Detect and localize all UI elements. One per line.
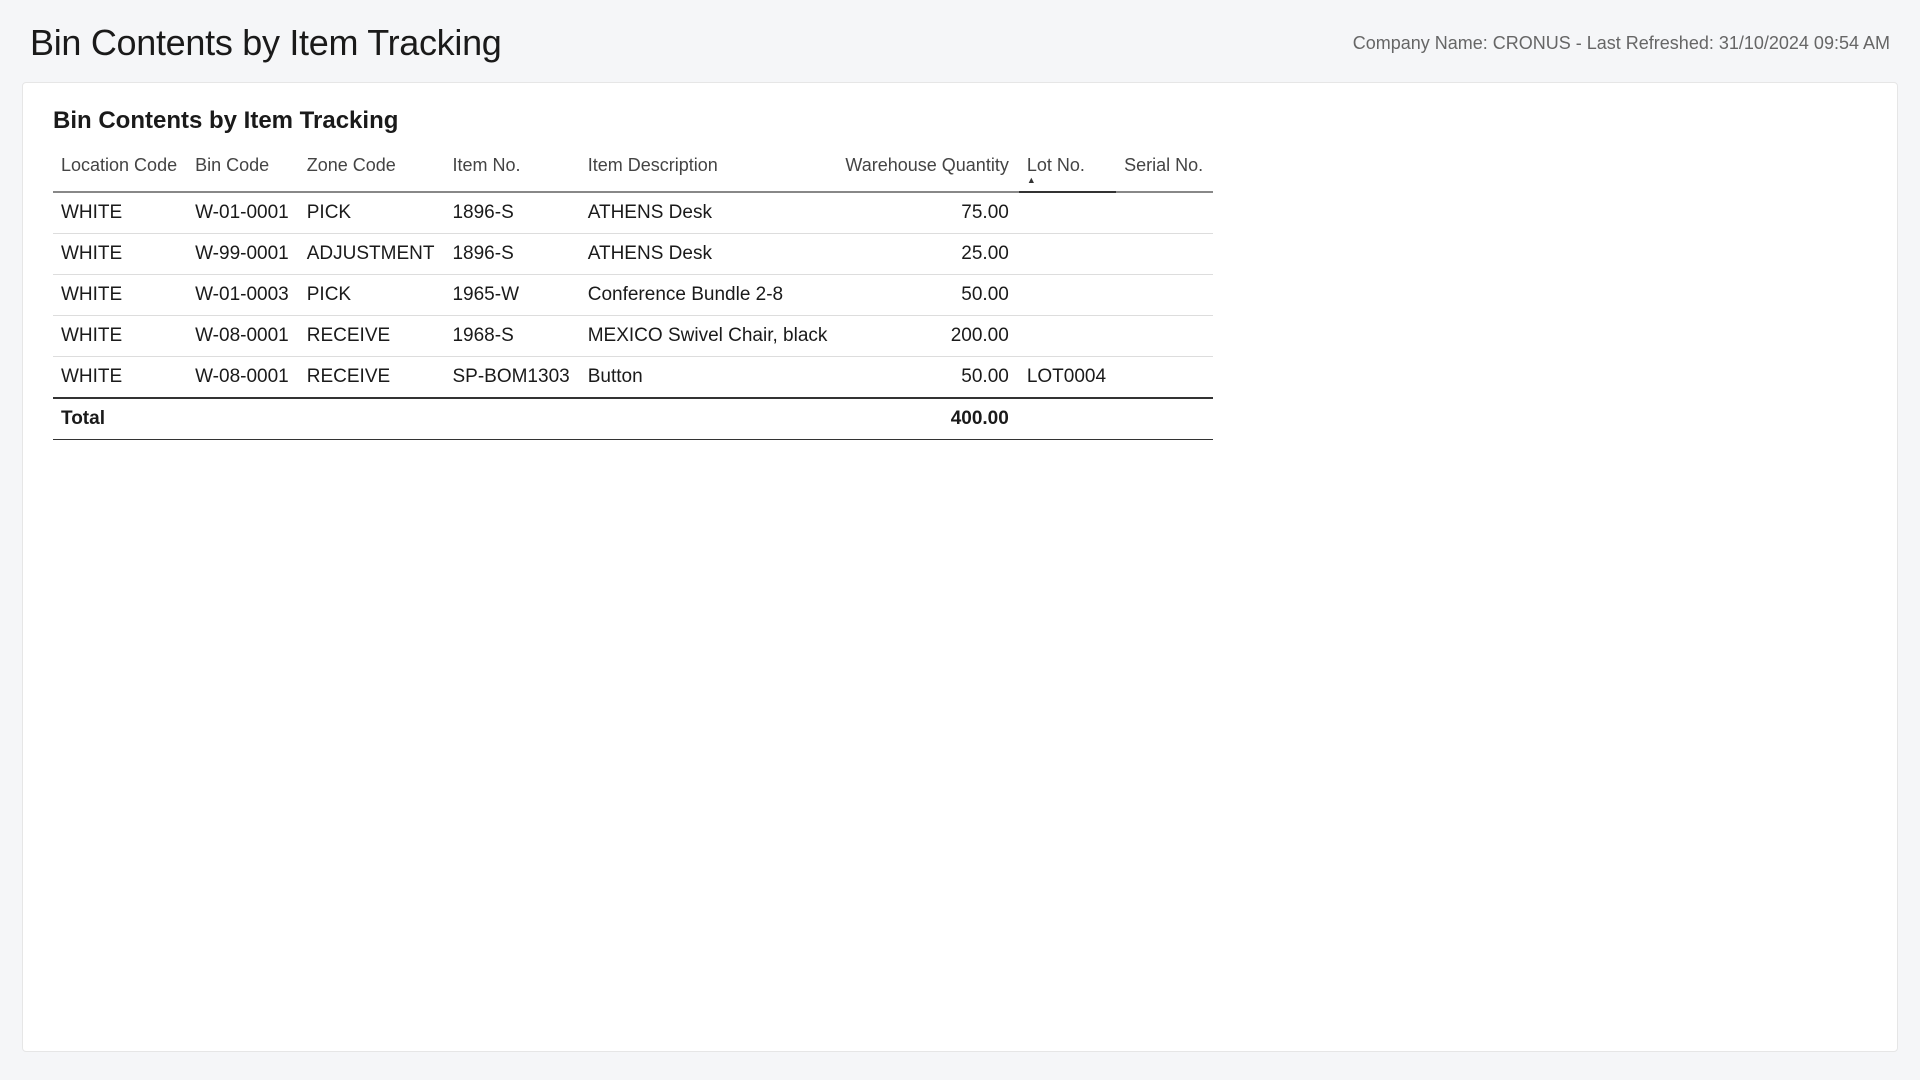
cell-item-description: Button <box>580 357 838 399</box>
cell-warehouse-quantity: 75.00 <box>837 192 1018 234</box>
cell-bin-code: W-08-0001 <box>187 357 299 399</box>
cell-location-code: WHITE <box>53 275 187 316</box>
col-header-item-description[interactable]: Item Description <box>580 147 838 192</box>
bin-contents-table: Location Code Bin Code Zone Code Item No… <box>53 147 1213 440</box>
col-header-lot-no[interactable]: Lot No. ▲ <box>1019 147 1116 192</box>
col-header-bin-code[interactable]: Bin Code <box>187 147 299 192</box>
cell-bin-code: W-99-0001 <box>187 234 299 275</box>
cell-zone-code: RECEIVE <box>299 316 445 357</box>
col-header-item-no[interactable]: Item No. <box>444 147 579 192</box>
cell-warehouse-quantity: 50.00 <box>837 357 1018 399</box>
cell-lot-no <box>1019 316 1116 357</box>
cell-zone-code: PICK <box>299 275 445 316</box>
cell-item-description: MEXICO Swivel Chair, black <box>580 316 838 357</box>
table-header-row: Location Code Bin Code Zone Code Item No… <box>53 147 1213 192</box>
cell-lot-no <box>1019 234 1116 275</box>
col-header-zone-code[interactable]: Zone Code <box>299 147 445 192</box>
col-header-location-code[interactable]: Location Code <box>53 147 187 192</box>
cell-warehouse-quantity: 25.00 <box>837 234 1018 275</box>
cell-location-code: WHITE <box>53 234 187 275</box>
cell-lot-no: LOT0004 <box>1019 357 1116 399</box>
table-row[interactable]: WHITE W-01-0003 PICK 1965-W Conference B… <box>53 275 1213 316</box>
page-header: Bin Contents by Item Tracking Company Na… <box>0 0 1920 82</box>
cell-serial-no <box>1116 316 1213 357</box>
col-header-lot-no-label: Lot No. <box>1027 155 1085 175</box>
cell-item-description: Conference Bundle 2-8 <box>580 275 838 316</box>
table-row[interactable]: WHITE W-01-0001 PICK 1896-S ATHENS Desk … <box>53 192 1213 234</box>
panel-title: Bin Contents by Item Tracking <box>53 107 1867 135</box>
table-row[interactable]: WHITE W-08-0001 RECEIVE SP-BOM1303 Butto… <box>53 357 1213 399</box>
cell-bin-code: W-01-0003 <box>187 275 299 316</box>
col-header-warehouse-quantity[interactable]: Warehouse Quantity <box>837 147 1018 192</box>
cell-serial-no <box>1116 357 1213 399</box>
cell-item-description: ATHENS Desk <box>580 192 838 234</box>
cell-bin-code: W-08-0001 <box>187 316 299 357</box>
cell-lot-no <box>1019 275 1116 316</box>
cell-lot-no <box>1019 192 1116 234</box>
sort-ascending-icon: ▲ <box>1027 177 1106 183</box>
table-row[interactable]: WHITE W-99-0001 ADJUSTMENT 1896-S ATHENS… <box>53 234 1213 275</box>
cell-warehouse-quantity: 200.00 <box>837 316 1018 357</box>
table-total-row: Total 400.00 <box>53 398 1213 440</box>
total-label: Total <box>53 398 187 440</box>
cell-serial-no <box>1116 275 1213 316</box>
col-header-serial-no[interactable]: Serial No. <box>1116 147 1213 192</box>
cell-location-code: WHITE <box>53 316 187 357</box>
cell-serial-no <box>1116 234 1213 275</box>
cell-location-code: WHITE <box>53 357 187 399</box>
cell-bin-code: W-01-0001 <box>187 192 299 234</box>
cell-zone-code: RECEIVE <box>299 357 445 399</box>
cell-zone-code: PICK <box>299 192 445 234</box>
total-warehouse-quantity: 400.00 <box>837 398 1018 440</box>
cell-location-code: WHITE <box>53 192 187 234</box>
company-refresh-info: Company Name: CRONUS - Last Refreshed: 3… <box>1353 33 1890 54</box>
cell-warehouse-quantity: 50.00 <box>837 275 1018 316</box>
cell-serial-no <box>1116 192 1213 234</box>
cell-item-no: SP-BOM1303 <box>444 357 579 399</box>
cell-zone-code: ADJUSTMENT <box>299 234 445 275</box>
content-panel: Bin Contents by Item Tracking Location C… <box>22 82 1898 1052</box>
table-row[interactable]: WHITE W-08-0001 RECEIVE 1968-S MEXICO Sw… <box>53 316 1213 357</box>
cell-item-no: 1896-S <box>444 234 579 275</box>
cell-item-no: 1965-W <box>444 275 579 316</box>
cell-item-description: ATHENS Desk <box>580 234 838 275</box>
cell-item-no: 1968-S <box>444 316 579 357</box>
cell-item-no: 1896-S <box>444 192 579 234</box>
page-title: Bin Contents by Item Tracking <box>30 22 502 64</box>
